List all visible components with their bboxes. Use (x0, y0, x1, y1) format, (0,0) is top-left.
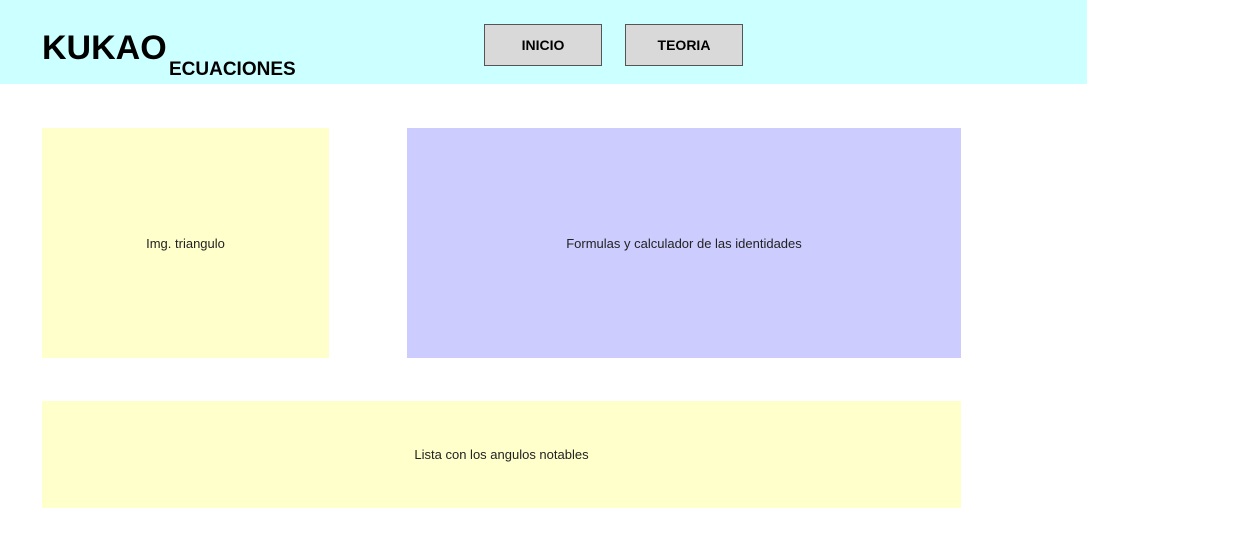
triangle-image-label: Img. triangulo (146, 235, 225, 251)
inicio-button[interactable]: INICIO (484, 24, 602, 66)
notable-angles-list-panel: Lista con los angulos notables (42, 401, 961, 508)
teoria-button[interactable]: TEORIA (625, 24, 743, 66)
notable-angles-list-label: Lista con los angulos notables (414, 447, 589, 462)
formulas-calculator-label: Formulas y calculador de las identidades (566, 235, 802, 251)
header-bar: KUKAO ECUACIONES INICIO TEORIA (0, 0, 1087, 84)
triangle-image-panel: Img. triangulo (42, 128, 329, 358)
site-logo[interactable]: KUKAO (42, 29, 167, 67)
formulas-calculator-panel: Formulas y calculador de las identidades (407, 128, 961, 358)
site-subtitle: ECUACIONES (169, 59, 296, 80)
